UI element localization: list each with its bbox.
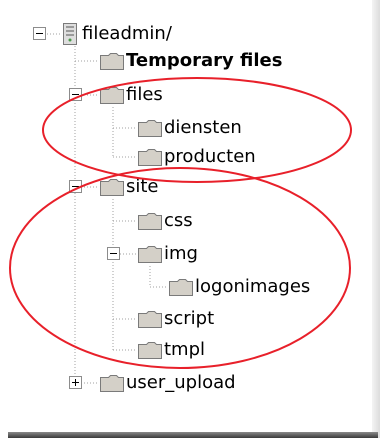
highlight-ellipse-files xyxy=(42,77,352,183)
highlight-ellipse-site xyxy=(9,167,351,369)
highlight-annotations xyxy=(9,77,352,369)
file-tree-panel: fileadmin/ Temporary files files dienste… xyxy=(0,0,382,447)
